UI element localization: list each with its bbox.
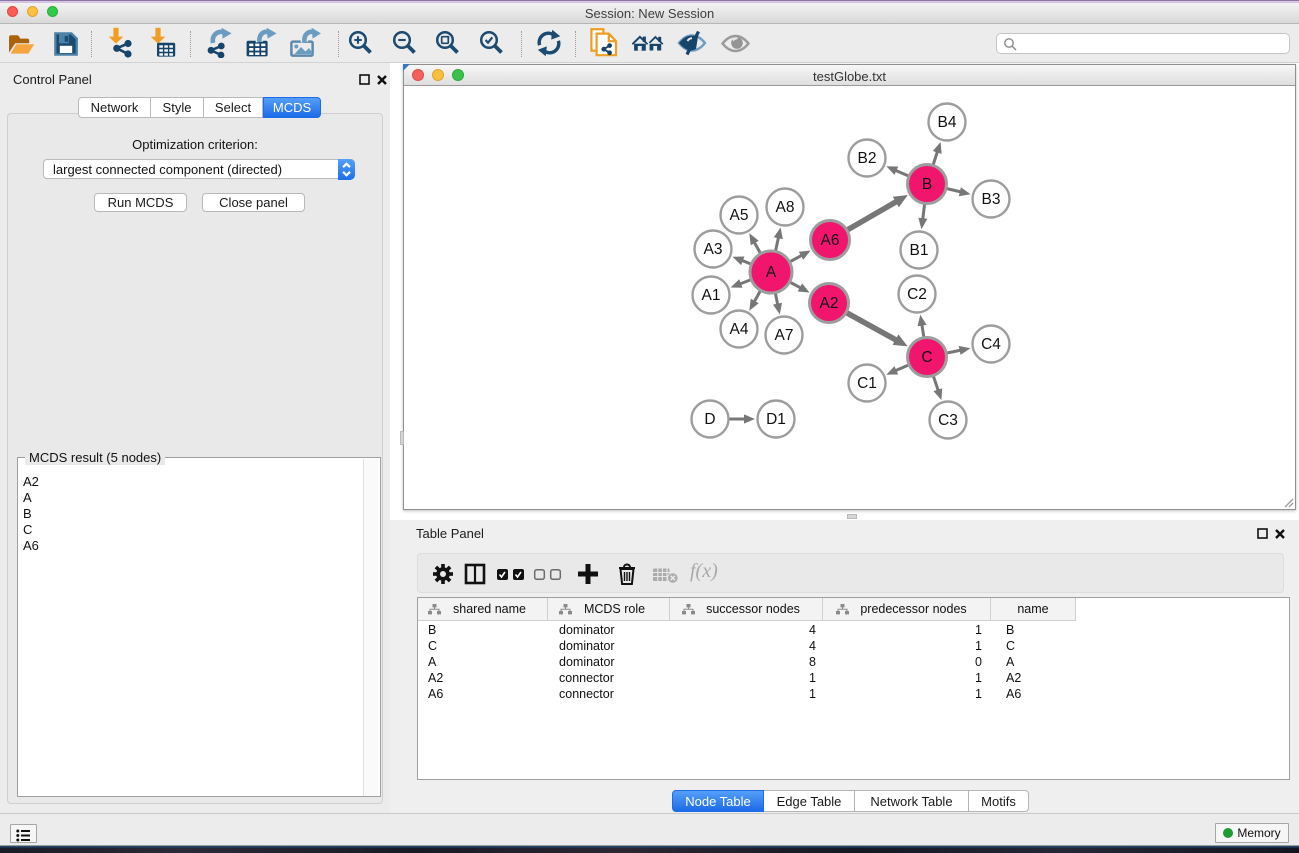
svg-text:A2: A2 [820,295,839,312]
svg-text:C1: C1 [857,375,877,392]
svg-text:A3: A3 [704,241,723,258]
svg-text:B4: B4 [938,114,957,131]
svg-text:B: B [922,176,932,193]
svg-text:A1: A1 [702,287,721,304]
svg-text:C3: C3 [938,412,958,429]
svg-text:A6: A6 [821,232,840,249]
svg-text:A: A [766,264,777,281]
svg-text:B2: B2 [858,150,877,167]
svg-text:D: D [704,411,715,428]
svg-text:B1: B1 [910,242,929,259]
svg-text:A7: A7 [775,327,794,344]
svg-text:C: C [921,349,932,366]
svg-text:A8: A8 [776,199,795,216]
svg-text:C2: C2 [907,286,927,303]
svg-text:A4: A4 [730,321,749,338]
svg-text:C4: C4 [981,336,1001,353]
svg-text:A5: A5 [730,207,749,224]
svg-text:D1: D1 [766,411,786,428]
svg-text:B3: B3 [982,191,1001,208]
